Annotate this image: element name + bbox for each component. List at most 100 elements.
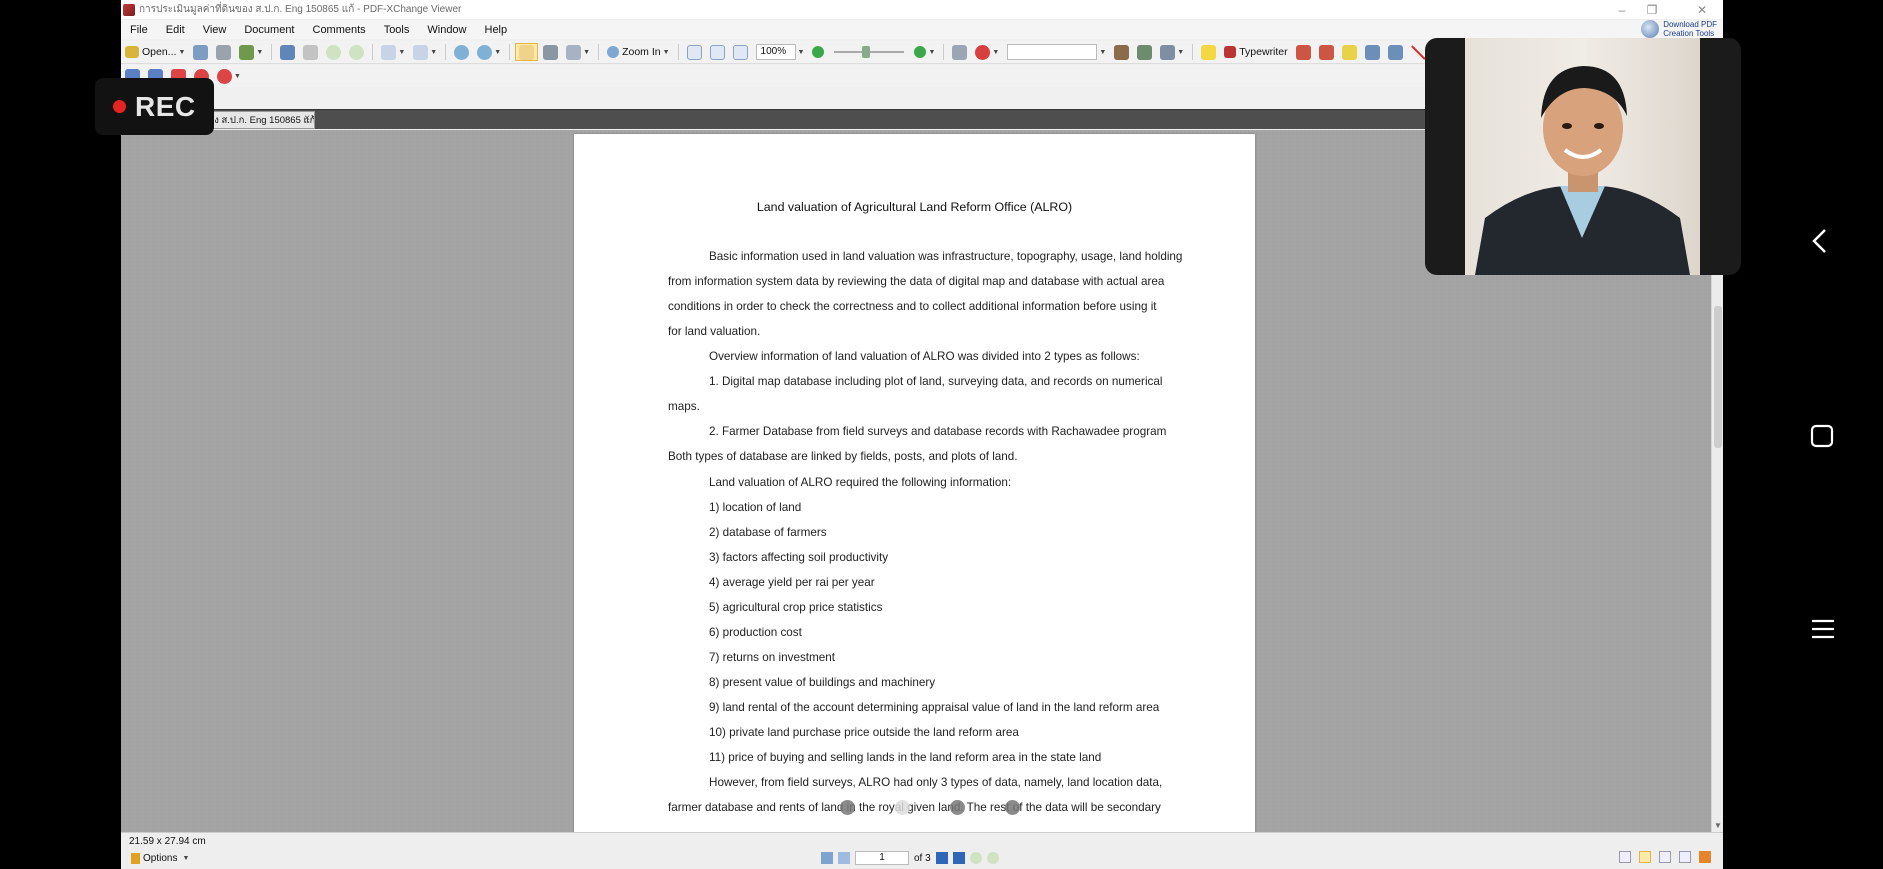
stamp-button[interactable] xyxy=(1111,43,1132,61)
zoom-level-input[interactable]: 100% xyxy=(755,44,796,60)
download-tools-icon xyxy=(1641,20,1660,38)
page-dimensions: 21.59 x 27.94 cm xyxy=(129,836,206,847)
document-line: 10) private land purchase price outside … xyxy=(709,726,1019,739)
pager-dot[interactable] xyxy=(840,800,855,815)
webcam-overlay xyxy=(1425,38,1741,275)
search-field[interactable]: ▼ xyxy=(1004,43,1109,61)
history-back-icon[interactable] xyxy=(969,852,982,864)
document-line: maps. xyxy=(668,400,700,413)
forward-button[interactable] xyxy=(346,43,367,61)
binoculars-icon xyxy=(975,44,991,60)
folder-open-icon xyxy=(125,46,139,58)
menu-edit[interactable]: Edit xyxy=(157,24,194,36)
hand-tool-button[interactable] xyxy=(515,43,539,61)
home-icon[interactable] xyxy=(1810,424,1834,448)
scrollbar-thumb[interactable] xyxy=(1714,306,1722,448)
menu-comments[interactable]: Comments xyxy=(304,24,375,36)
zoom-out-button[interactable] xyxy=(809,43,827,61)
facing-pages-icon[interactable] xyxy=(1659,851,1671,863)
download-pdf-tools[interactable]: Download PDF Creation Tools xyxy=(1641,20,1717,38)
back-icon[interactable] xyxy=(1810,228,1830,254)
zoom-in-button[interactable]: Zoom In ▼ xyxy=(604,43,672,61)
tools-button[interactable]: ▼ xyxy=(1157,43,1187,61)
history-forward-icon[interactable] xyxy=(986,852,999,864)
actual-size-button[interactable] xyxy=(684,43,705,61)
scroll-down-icon[interactable]: ▼ xyxy=(1714,821,1722,830)
options-label: Options xyxy=(143,853,178,864)
previous-page-icon[interactable] xyxy=(838,852,850,864)
close-window-button[interactable]: ✕ xyxy=(1687,0,1717,19)
last-page-icon[interactable] xyxy=(952,852,965,864)
redo-button[interactable]: ▼ xyxy=(410,43,440,61)
recent-apps-icon[interactable] xyxy=(1810,618,1836,640)
save-button[interactable] xyxy=(190,43,211,61)
scan-button[interactable] xyxy=(277,43,298,61)
page-navigation: 1 of 3 xyxy=(821,851,999,865)
snapshot-button[interactable] xyxy=(540,43,561,61)
tab-close-icon[interactable]: × xyxy=(304,113,310,124)
strikeout-button[interactable] xyxy=(1362,43,1383,61)
document-line: 3) factors affecting soil productivity xyxy=(709,551,889,564)
export-icon xyxy=(239,44,255,60)
rotate-ccw-button[interactable]: ▼ xyxy=(474,43,504,61)
chevron-down-icon: ▼ xyxy=(178,48,186,56)
menu-view[interactable]: View xyxy=(194,24,236,36)
find-button[interactable]: ▼ xyxy=(972,43,1002,61)
document-line: Both types of database are linked by fie… xyxy=(668,450,1018,463)
textbox-button[interactable] xyxy=(1293,43,1314,61)
maximize-button[interactable]: ❐ xyxy=(1637,0,1667,19)
comment-button[interactable] xyxy=(1198,43,1219,61)
menu-tools[interactable]: Tools xyxy=(375,24,419,36)
pen-icon[interactable] xyxy=(1699,851,1711,863)
export-button[interactable]: ▼ xyxy=(236,43,266,61)
first-page-icon[interactable] xyxy=(821,852,833,864)
camera-icon xyxy=(543,44,559,60)
scan-icon xyxy=(280,44,296,60)
open-button[interactable]: Open... ▼ xyxy=(122,43,188,61)
document-line: 1) location of land xyxy=(709,501,802,514)
android-navigation-bar xyxy=(1780,0,1883,869)
forward-icon xyxy=(349,44,365,60)
callout-button[interactable] xyxy=(1316,43,1337,61)
search-input[interactable] xyxy=(1007,44,1098,60)
page-number-input[interactable]: 1 xyxy=(855,851,909,865)
title-bar: การประเมินมูลค่าที่ดินของ ส.ป.ก. Eng 150… xyxy=(121,0,1723,19)
undo-icon xyxy=(381,44,397,60)
single-page-icon[interactable] xyxy=(1619,851,1631,863)
typewriter-button[interactable]: Typewriter xyxy=(1221,43,1290,61)
zoom-slider-knob[interactable] xyxy=(862,46,871,58)
zoom-level-select[interactable]: 100% ▼ xyxy=(753,43,808,61)
undo-button[interactable]: ▼ xyxy=(378,43,408,61)
fit-width-button[interactable] xyxy=(730,43,751,61)
menu-file[interactable]: File xyxy=(121,24,157,36)
select-text-button[interactable]: ▼ xyxy=(563,43,593,61)
menu-help[interactable]: Help xyxy=(476,24,517,36)
ocr-button[interactable] xyxy=(300,43,321,61)
underline-button[interactable] xyxy=(1385,43,1406,61)
save-icon xyxy=(193,44,209,60)
options-button[interactable]: Options ▼ xyxy=(131,853,189,864)
hand-icon xyxy=(519,44,535,60)
back-button[interactable] xyxy=(323,43,344,61)
print-button[interactable] xyxy=(213,43,234,61)
pager-dot[interactable] xyxy=(1005,800,1020,815)
continuous-page-icon[interactable] xyxy=(1639,851,1651,863)
highlight-button[interactable] xyxy=(1339,43,1360,61)
pager-dot[interactable] xyxy=(895,800,910,815)
comment-icon xyxy=(1201,44,1217,60)
minimize-button[interactable]: – xyxy=(1607,0,1637,19)
fit-page-button[interactable] xyxy=(707,43,728,61)
menu-document[interactable]: Document xyxy=(235,24,303,36)
link-button[interactable] xyxy=(1134,43,1155,61)
presenter-photo xyxy=(1475,66,1690,275)
menu-window[interactable]: Window xyxy=(418,24,475,36)
pager-dot[interactable] xyxy=(950,800,965,815)
facing-continuous-icon[interactable] xyxy=(1679,851,1691,863)
next-page-icon[interactable] xyxy=(935,852,948,864)
measure-tool-button[interactable]: ▼ xyxy=(214,67,244,85)
status-bar: 21.59 x 27.94 cm Options ▼ 1 of 3 xyxy=(121,832,1723,869)
rotate-button[interactable] xyxy=(451,43,472,61)
view-options-button[interactable] xyxy=(949,43,970,61)
zoom-slider[interactable] xyxy=(834,46,905,58)
zoom-plus-button[interactable]: ▼ xyxy=(911,43,938,61)
